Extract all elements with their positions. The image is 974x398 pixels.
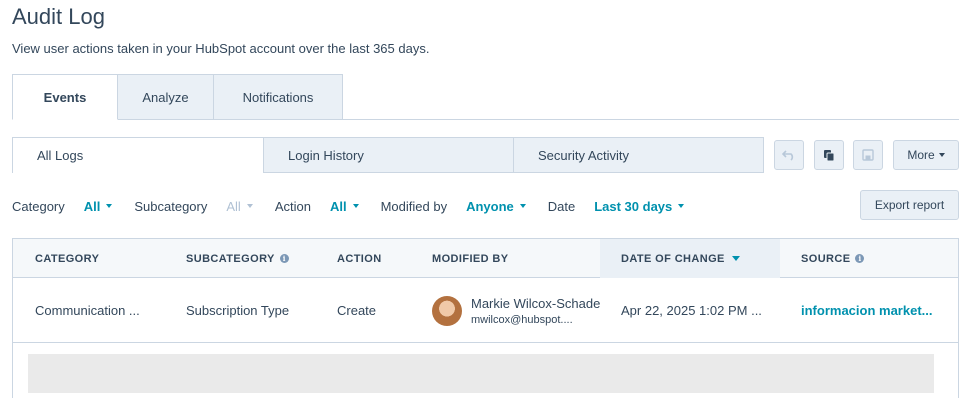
column-label: SUBCATEGORY: [186, 252, 275, 265]
tab-analyze[interactable]: Analyze: [117, 74, 214, 120]
info-icon[interactable]: i: [855, 254, 865, 263]
category-filter-label: Category: [12, 198, 65, 214]
category-filter-value: All: [83, 198, 101, 214]
avatar: [432, 295, 462, 326]
filter-bar: Category All Subcategory All Action All …: [12, 197, 706, 215]
subcategory-filter-value: All: [226, 198, 241, 214]
subtab-security-activity[interactable]: Security Activity: [513, 137, 764, 173]
export-report-button[interactable]: Export report: [860, 190, 959, 220]
column-header-modified-by[interactable]: MODIFIED BY: [432, 239, 509, 278]
cell-date-of-change: Apr 22, 2025 1:02 PM ...: [621, 303, 762, 318]
undo-icon: [782, 150, 794, 161]
sort-descending-icon: [731, 256, 740, 261]
column-header-date-of-change[interactable]: DATE OF CHANGE: [600, 239, 780, 278]
audit-log-table: CATEGORY SUBCATEGORY i ACTION MODIFIED BY…: [12, 238, 959, 398]
more-label: More: [907, 148, 935, 162]
column-header-action[interactable]: ACTION: [337, 239, 382, 278]
copy-icon: [824, 149, 835, 161]
date-filter-dropdown[interactable]: Last 30 days: [594, 198, 685, 214]
undo-button[interactable]: [774, 140, 804, 170]
chevron-down-icon: [106, 204, 113, 208]
subcategory-filter-dropdown[interactable]: All: [226, 198, 253, 214]
more-button[interactable]: More: [893, 140, 959, 170]
column-header-source[interactable]: SOURCE i: [801, 239, 865, 278]
chevron-down-icon: [246, 204, 253, 208]
sub-tabs: All Logs Login History Security Activity: [12, 137, 764, 173]
cell-action: Create: [337, 303, 377, 318]
column-label: ACTION: [337, 252, 382, 265]
action-filter-value: All: [329, 198, 347, 214]
user-email: mwilcox@hubspot....: [471, 313, 573, 326]
cell-modified-by: Markie Wilcox-Schade mwilcox@hubspot....: [432, 278, 600, 343]
save-button[interactable]: [853, 140, 883, 170]
chevron-down-icon: [938, 153, 945, 157]
loading-placeholder: [28, 354, 934, 393]
table-header: CATEGORY SUBCATEGORY i ACTION MODIFIED BY…: [13, 239, 958, 278]
page-title: Audit Log: [12, 4, 105, 29]
modified-by-filter-dropdown[interactable]: Anyone: [466, 199, 526, 214]
cell-category: Communication ...: [35, 303, 140, 318]
action-filter-label: Action: [274, 198, 311, 214]
clone-button[interactable]: [814, 140, 844, 170]
chevron-down-icon: [352, 204, 359, 208]
modified-by-filter-value: Anyone: [466, 198, 514, 214]
info-icon[interactable]: i: [279, 254, 289, 263]
chevron-down-icon: [678, 204, 685, 208]
column-label: CATEGORY: [35, 252, 100, 265]
subtab-login-history[interactable]: Login History: [263, 137, 514, 173]
tab-notifications[interactable]: Notifications: [213, 74, 343, 120]
column-label: MODIFIED BY: [432, 252, 509, 265]
column-label: DATE OF CHANGE: [621, 252, 725, 265]
date-filter-value: Last 30 days: [594, 198, 673, 214]
cell-subcategory: Subscription Type: [186, 303, 290, 318]
cell-source-link[interactable]: informacion market...: [801, 278, 941, 343]
date-filter-label: Date: [547, 198, 576, 214]
column-header-category[interactable]: CATEGORY: [35, 239, 99, 278]
column-header-subcategory[interactable]: SUBCATEGORY i: [186, 239, 289, 278]
tab-events[interactable]: Events: [12, 74, 118, 120]
modified-by-filter-label: Modified by: [380, 198, 448, 214]
category-filter-dropdown[interactable]: All: [84, 199, 113, 214]
save-icon: [862, 149, 874, 161]
chevron-down-icon: [519, 204, 526, 208]
page-description: View user actions taken in your HubSpot …: [12, 41, 430, 56]
column-label: SOURCE: [801, 252, 851, 265]
table-row[interactable]: Communication ... Subscription Type Crea…: [13, 278, 958, 343]
subtab-all-logs[interactable]: All Logs: [12, 137, 264, 173]
action-filter-dropdown[interactable]: All: [330, 199, 359, 214]
subcategory-filter-label: Subcategory: [134, 198, 208, 214]
main-tabs: Events Analyze Notifications: [12, 74, 343, 120]
user-name: Markie Wilcox-Schade: [471, 295, 600, 311]
